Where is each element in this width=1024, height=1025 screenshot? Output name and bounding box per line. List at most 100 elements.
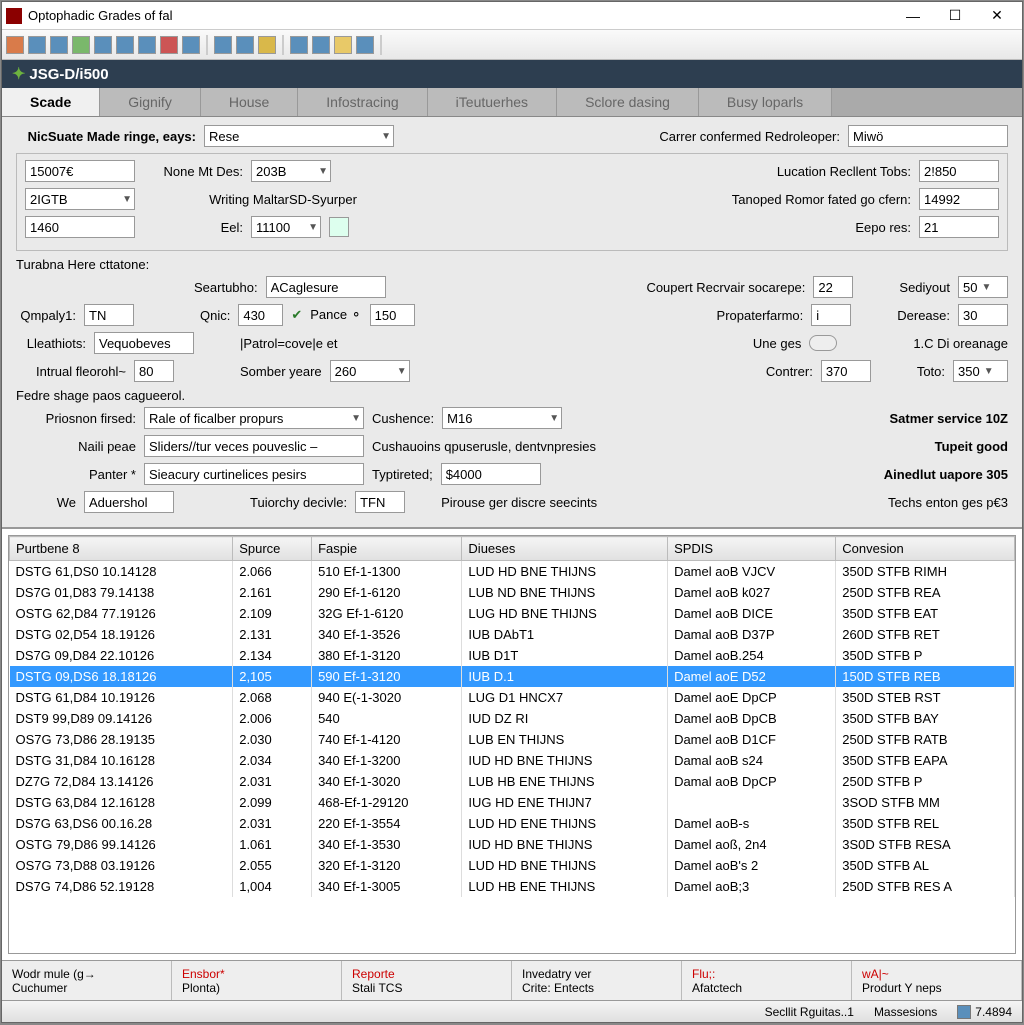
table-row[interactable]: DSTG 02,D54 18.191262.131340 Ef-1-3526IU… — [10, 624, 1015, 645]
tab-sclore dasing[interactable]: Sclore dasing — [557, 88, 699, 116]
tool-icon-3[interactable] — [50, 36, 68, 54]
table-row[interactable]: DST9 99,D89 09.141262.006540IUD DZ RIDam… — [10, 708, 1015, 729]
tool-icon-2[interactable] — [28, 36, 46, 54]
tab-iteutuerhes[interactable]: iTeutuerhes — [428, 88, 557, 116]
table-cell: 2.109 — [233, 603, 312, 624]
table-row[interactable]: DSTG 31,D84 10.161282.034340 Ef-1-3200IU… — [10, 750, 1015, 771]
tab-house[interactable]: House — [201, 88, 298, 116]
column-header[interactable]: SPDIS — [668, 537, 836, 561]
input-redroleoper[interactable] — [848, 125, 1008, 147]
input-qmpaly[interactable] — [84, 304, 134, 326]
table-cell: 1,004 — [233, 876, 312, 897]
table-cell: 250D STFB RATB — [836, 729, 1015, 750]
tool-icon-11[interactable] — [236, 36, 254, 54]
tool-icon-4[interactable] — [72, 36, 90, 54]
table-cell: 2.066 — [233, 561, 312, 583]
input-derease[interactable] — [958, 304, 1008, 326]
column-header[interactable]: Convesion — [836, 537, 1015, 561]
tab-busy loparls[interactable]: Busy loparls — [699, 88, 832, 116]
input-typtireted[interactable] — [441, 463, 541, 485]
tool-icon-10[interactable] — [214, 36, 232, 54]
select-cushence[interactable]: M16▼ — [442, 407, 562, 429]
input-propater[interactable] — [811, 304, 851, 326]
table-cell: DSTG 61,DS0 10.14128 — [10, 561, 233, 583]
table-row[interactable]: OS7G 73,D88 03.191262.055320 Ef-1-3120LU… — [10, 855, 1015, 876]
table-row[interactable]: DZ7G 72,D84 13.141262.031340 Ef-1-3020LU… — [10, 771, 1015, 792]
table-row[interactable]: OS7G 73,D86 28.191352.030740 Ef-1-4120LU… — [10, 729, 1015, 750]
table-row[interactable]: DS7G 01,D83 79.141382.161290 Ef-1-6120LU… — [10, 582, 1015, 603]
table-row[interactable]: DS7G 63,DS6 00.16.282.031220 Ef-1-3554LU… — [10, 813, 1015, 834]
input-coupert[interactable] — [813, 276, 853, 298]
status-bar: Secllit Rguitas..1 Massesions 7.4894 — [2, 1000, 1022, 1022]
input-1460[interactable] — [25, 216, 135, 238]
tool-icon-15[interactable] — [334, 36, 352, 54]
minimize-button[interactable]: — — [892, 3, 934, 29]
table-cell: LUG D1 HNCX7 — [462, 687, 668, 708]
table-cell: 340 Ef-1-3020 — [312, 771, 462, 792]
footer-tab[interactable]: ReporteStali TCS — [342, 961, 512, 1000]
table-cell: LUD HD BNE THIJNS — [462, 855, 668, 876]
table-cell: Damal aoB D37P — [668, 624, 836, 645]
input-aduershol[interactable] — [84, 491, 174, 513]
tab-gignify[interactable]: Gignify — [100, 88, 201, 116]
table-row[interactable]: DSTG 09,DS6 18.181262,105590 Ef-1-3120IU… — [10, 666, 1015, 687]
tab-infostracing[interactable]: Infostracing — [298, 88, 427, 116]
tool-icon-5[interactable] — [94, 36, 112, 54]
table-row[interactable]: DSTG 61,D84 10.191262.068940 E(-1-3020LU… — [10, 687, 1015, 708]
tool-icon-14[interactable] — [312, 36, 330, 54]
tool-icon-12[interactable] — [258, 36, 276, 54]
footer-tab[interactable]: Invedatry verCrite: Entects — [512, 961, 682, 1000]
tool-icon-8[interactable] — [160, 36, 178, 54]
input-contrer[interactable] — [821, 360, 871, 382]
maximize-button[interactable]: ☐ — [934, 3, 976, 29]
input-lleathiots[interactable] — [94, 332, 194, 354]
input-tanoped[interactable] — [919, 188, 999, 210]
tool-icon-9[interactable] — [182, 36, 200, 54]
tool-icon-7[interactable] — [138, 36, 156, 54]
select-rese[interactable]: Rese▼ — [204, 125, 394, 147]
table-row[interactable]: DSTG 61,DS0 10.141282.066510 Ef-1-1300LU… — [10, 561, 1015, 583]
table-row[interactable]: OSTG 79,D86 99.141261.061340 Ef-1-3530IU… — [10, 834, 1015, 855]
select-toto[interactable]: 350▼ — [953, 360, 1008, 382]
tool-icon-13[interactable] — [290, 36, 308, 54]
input-intrual[interactable] — [134, 360, 174, 382]
footer-tab[interactable]: wA|~Produrt Y neps — [852, 961, 1022, 1000]
select-eel[interactable]: 11100▼ — [251, 216, 321, 238]
tool-icon-6[interactable] — [116, 36, 134, 54]
table-row[interactable]: DS7G 74,D86 52.191281,004340 Ef-1-3005LU… — [10, 876, 1015, 897]
input-seartubho[interactable] — [266, 276, 386, 298]
footer-tab[interactable]: Ensbor*Plonta) — [172, 961, 342, 1000]
column-header[interactable]: Purtbene 8 — [10, 537, 233, 561]
table-row[interactable]: OSTG 62,D84 77.191262.10932G Ef-1-6120LU… — [10, 603, 1015, 624]
input-qnic[interactable] — [238, 304, 283, 326]
select-sliders[interactable]: Sliders//tur veces pouveslic – — [144, 435, 364, 457]
table-row[interactable]: DS7G 09,D84 22.101262.134380 Ef-1-3120IU… — [10, 645, 1015, 666]
select-sieacury[interactable]: Sieacury curtinelices pesirs — [144, 463, 364, 485]
input-lucation[interactable] — [919, 160, 999, 182]
input-eepo[interactable] — [919, 216, 999, 238]
column-header[interactable]: Faspie — [312, 537, 462, 561]
close-button[interactable]: ✕ — [976, 3, 1018, 29]
footer-tab[interactable]: Flu;:Afatctech — [682, 961, 852, 1000]
column-header[interactable]: Spurce — [233, 537, 312, 561]
select-rale[interactable]: Rale of ficalber propurs▼ — [144, 407, 364, 429]
select-203b[interactable]: 203B▼ — [251, 160, 331, 182]
input-15007[interactable] — [25, 160, 135, 182]
toggle-uneges[interactable] — [809, 335, 837, 351]
tool-icon-16[interactable] — [356, 36, 374, 54]
table-cell: 350D STFB AL — [836, 855, 1015, 876]
table-cell: 740 Ef-1-4120 — [312, 729, 462, 750]
table-row[interactable]: DSTG 63,D84 12.161282.099468-Ef-1-29120I… — [10, 792, 1015, 813]
select-sediyout[interactable]: 50▼ — [958, 276, 1008, 298]
table-scroll[interactable]: Purtbene 8SpurceFaspieDiuesesSPDISConves… — [8, 535, 1016, 954]
input-tfn[interactable] — [355, 491, 405, 513]
column-header[interactable]: Diueses — [462, 537, 668, 561]
tab-scade[interactable]: Scade — [2, 88, 100, 116]
group-turabna-label: Turabna Here cttatone: — [16, 257, 1008, 272]
input-pance[interactable] — [370, 304, 415, 326]
select-2igtb[interactable]: 2IGTB▼ — [25, 188, 135, 210]
footer-tab[interactable]: Wodr mule (g→Cuchumer — [2, 961, 172, 1000]
cal-icon[interactable] — [329, 217, 349, 237]
select-somber[interactable]: 260▼ — [330, 360, 410, 382]
tool-icon-1[interactable] — [6, 36, 24, 54]
